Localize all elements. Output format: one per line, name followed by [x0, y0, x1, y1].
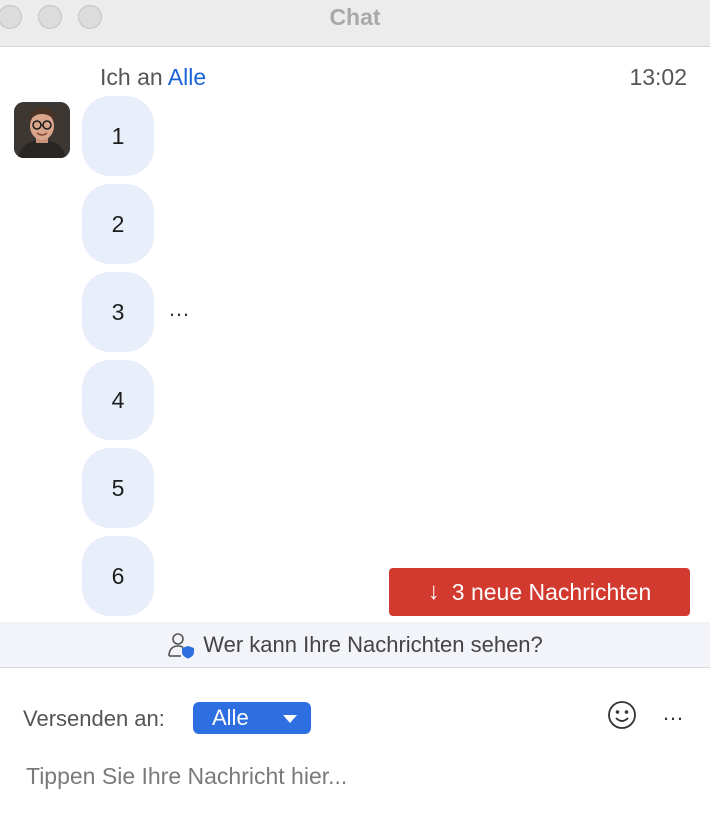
visibility-label: Wer kann Ihre Nachrichten sehen?: [203, 631, 543, 657]
message-text: 3: [111, 298, 125, 325]
recipient-link[interactable]: Alle: [168, 64, 206, 90]
message-timestamp: 13:02: [629, 64, 687, 90]
message-more-options-button[interactable]: …: [168, 296, 191, 322]
message-bubble[interactable]: 5: [82, 448, 154, 528]
arrow-down-icon: ↓: [427, 578, 440, 605]
avatar: [14, 102, 70, 158]
recipient-value: Alle: [212, 705, 249, 730]
message-bubble[interactable]: 1: [82, 96, 154, 176]
message-bubble[interactable]: 6: [82, 536, 154, 616]
emoji-button[interactable]: [607, 700, 637, 730]
message-bubble[interactable]: 3: [82, 272, 154, 352]
title-bar: Chat: [0, 0, 710, 47]
visibility-notice[interactable]: Wer kann Ihre Nachrichten sehen?: [0, 622, 710, 668]
new-messages-button[interactable]: ↓ 3 neue Nachrichten: [389, 568, 690, 616]
smiley-icon: [608, 701, 636, 729]
message-text: 1: [111, 122, 125, 149]
user-shield-icon: [168, 632, 195, 658]
message-text: 2: [111, 210, 125, 237]
message-text: 5: [111, 474, 125, 501]
sender-label: Ich an: [100, 64, 163, 90]
message-header: Ich an Alle: [100, 64, 206, 91]
window-title: Chat: [329, 4, 381, 30]
message-input[interactable]: [14, 756, 694, 796]
caret-down-icon: [283, 715, 297, 723]
message-bubble[interactable]: 4: [82, 360, 154, 440]
send-to-label: Versenden an:: [23, 706, 165, 731]
message-bubble[interactable]: 2: [82, 184, 154, 264]
message-text: 6: [111, 562, 125, 589]
new-messages-label: 3 neue Nachrichten: [451, 578, 652, 605]
user-photo-icon: [14, 102, 70, 158]
message-text: 4: [111, 386, 125, 413]
recipient-dropdown[interactable]: Alle: [193, 702, 311, 734]
more-options-button[interactable]: …: [662, 700, 685, 726]
